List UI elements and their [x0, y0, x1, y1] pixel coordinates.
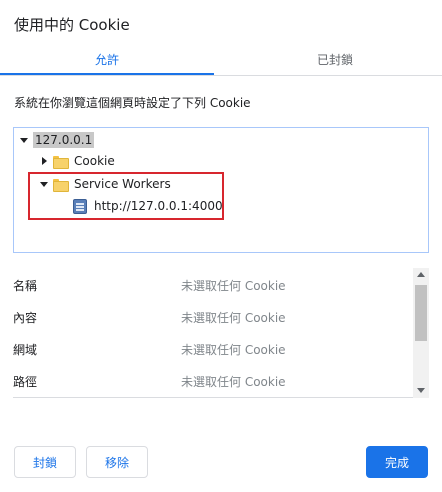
- detail-value: 未選取任何 Cookie: [181, 278, 286, 293]
- scroll-down-arrow-icon[interactable]: [417, 388, 425, 393]
- detail-label: 網域: [13, 342, 38, 357]
- detail-value: 未選取任何 Cookie: [181, 310, 286, 325]
- detail-label: 內容: [13, 310, 38, 325]
- tree-node-host-label: 127.0.0.1: [33, 132, 95, 148]
- detail-label: 名稱: [13, 278, 38, 293]
- tab-bar: 允許 已封鎖: [0, 46, 442, 76]
- tree-node-cookie-label: Cookie: [74, 154, 115, 168]
- folder-icon: [53, 155, 69, 169]
- cookie-description: 系統在你瀏覽這個網頁時設定了下列 Cookie: [14, 96, 251, 110]
- tree-node-host[interactable]: 127.0.0.1: [19, 130, 95, 150]
- active-tab-indicator: [0, 73, 214, 75]
- cookie-details: 名稱 未選取任何 Cookie 內容 未選取任何 Cookie 網域 未選取任何…: [13, 268, 429, 398]
- detail-value: 未選取任何 Cookie: [181, 342, 286, 357]
- scroll-up-arrow-icon[interactable]: [417, 272, 425, 277]
- detail-row-path: 路徑 未選取任何 Cookie: [13, 365, 413, 397]
- detail-row-content: 內容 未選取任何 Cookie: [13, 301, 413, 333]
- highlight-box: [28, 172, 224, 220]
- tab-allowed[interactable]: 允許: [0, 46, 214, 76]
- block-button[interactable]: 封鎖: [14, 446, 76, 478]
- detail-label: 路徑: [13, 374, 38, 389]
- detail-row-domain: 網域 未選取任何 Cookie: [13, 333, 413, 365]
- done-button[interactable]: 完成: [366, 446, 428, 478]
- detail-value: 未選取任何 Cookie: [181, 374, 286, 389]
- details-scrollbar[interactable]: [413, 268, 429, 398]
- dialog-title: 使用中的 Cookie: [14, 16, 130, 34]
- detail-row-name: 名稱 未選取任何 Cookie: [13, 269, 413, 301]
- expand-right-icon[interactable]: [39, 156, 49, 166]
- tree-node-cookie[interactable]: Cookie: [39, 151, 115, 171]
- remove-button[interactable]: 移除: [86, 446, 148, 478]
- expand-down-icon[interactable]: [19, 135, 29, 145]
- scrollbar-thumb[interactable]: [415, 285, 427, 341]
- tab-blocked[interactable]: 已封鎖: [228, 46, 442, 76]
